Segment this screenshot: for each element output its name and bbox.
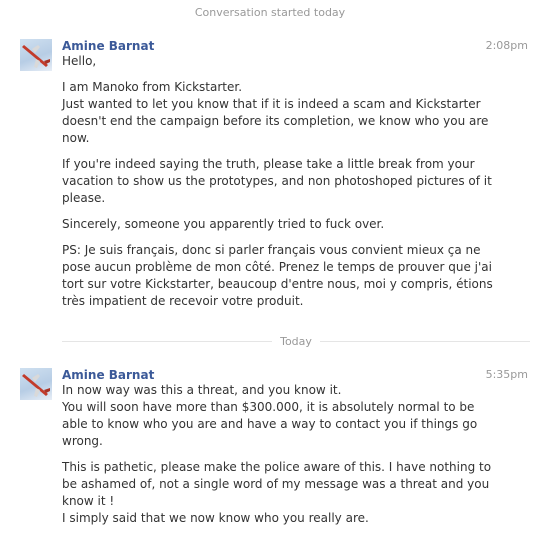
avatar[interactable] [20,368,52,400]
message-author[interactable]: Amine Barnat [62,368,154,382]
divider-line [62,340,273,342]
avatar[interactable] [20,39,52,71]
airplane-icon [22,45,50,68]
message-paragraph: In now way was this a threat, and you kn… [62,383,478,448]
message-body: In now way was this a threat, and you kn… [62,382,502,536]
airplane-icon [22,374,50,397]
message-timestamp: 2:08pm [485,39,528,52]
conversation-started-label: Conversation started today [194,6,346,19]
date-divider: Today [62,334,531,348]
message-paragraph: I am Manoko from Kickstarter. Just wanted… [62,80,489,145]
message-paragraph: Hello, [62,54,97,68]
divider-label: Today [280,334,312,348]
message-author[interactable]: Amine Barnat [62,39,154,53]
message-body: Hello, I am Manoko from Kickstarter. Just… [62,53,502,319]
message-paragraph: Sincerely, someone you apparently tried … [62,217,385,231]
message-paragraph: This is pathetic, please make the police… [62,460,492,525]
message-1: Amine Barnat 2:08pm Hello, I am Manoko f… [0,39,540,319]
message-paragraph: If you're indeed saying the truth, pleas… [62,157,492,205]
message-2: Amine Barnat 5:35pm In now way was this … [0,368,540,553]
divider-line [319,340,531,342]
message-paragraph: PS: Je suis français, donc si parler fra… [62,243,493,308]
message-timestamp: 5:35pm [485,368,528,381]
